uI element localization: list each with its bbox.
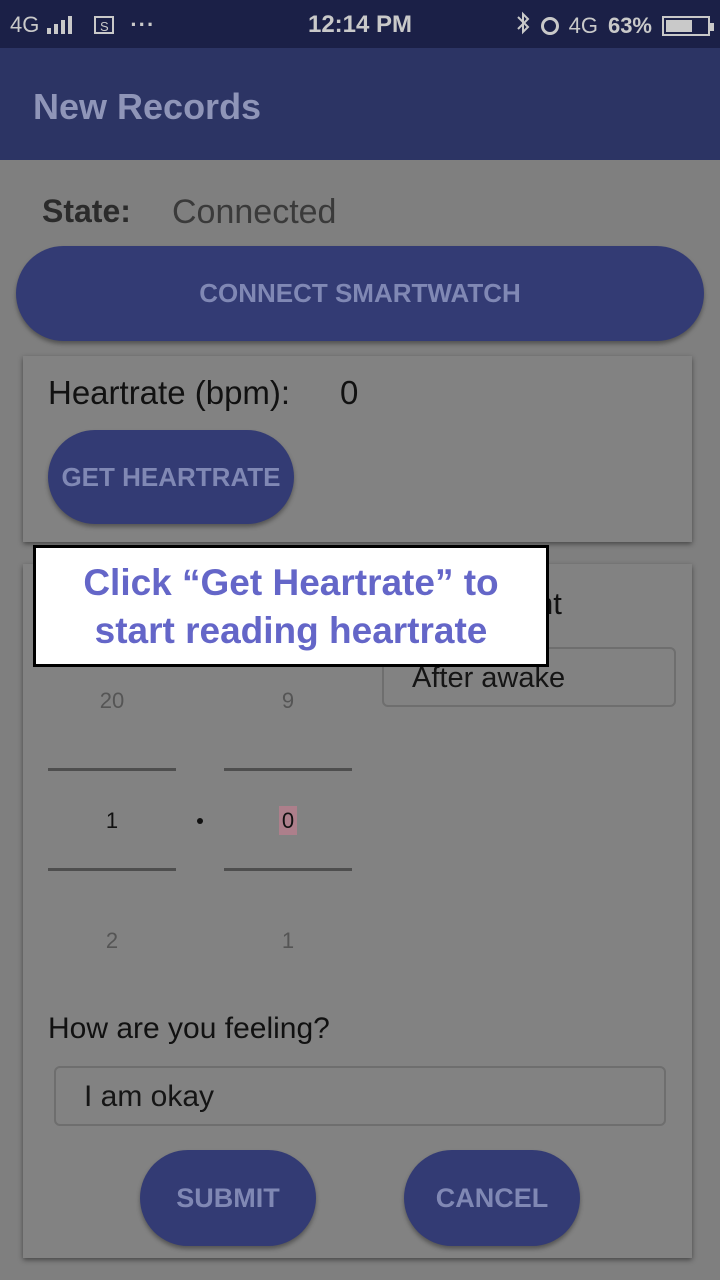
- alarm-icon: [540, 17, 559, 35]
- network-type-right: 4G: [568, 13, 598, 38]
- heartrate-value: 0: [340, 374, 359, 411]
- bluetooth-icon: [515, 11, 531, 41]
- page-title: New Records: [33, 86, 262, 127]
- right-picker-below[interactable]: 1: [258, 928, 318, 954]
- tutorial-callout: Click “Get Heartrate” to start reading h…: [33, 545, 549, 667]
- left-picker-top-line: [48, 768, 176, 771]
- tutorial-line-2: start reading heartrate: [94, 610, 488, 651]
- left-picker-selected[interactable]: 1: [82, 808, 142, 834]
- battery-percent: 63%: [607, 13, 652, 38]
- connect-smartwatch-button[interactable]: CONNECT SMARTWATCH: [16, 246, 704, 341]
- right-picker-selected-value: 0: [278, 806, 298, 835]
- battery-icon: [662, 16, 714, 36]
- decimal-separator: [197, 818, 203, 824]
- get-heartrate-button[interactable]: GET HEARTRATE: [48, 430, 294, 524]
- right-picker-selected[interactable]: 0: [258, 806, 318, 835]
- feeling-label: How are you feeling?: [48, 1012, 330, 1045]
- submit-button[interactable]: SUBMIT: [140, 1150, 316, 1246]
- heartrate-label: Heartrate (bpm):: [48, 374, 291, 411]
- left-picker-below[interactable]: 2: [82, 928, 142, 954]
- state-value: Connected: [172, 193, 337, 231]
- app-bar: New Records: [0, 48, 720, 160]
- right-picker-above[interactable]: 9: [258, 688, 318, 714]
- right-picker-top-line: [224, 768, 352, 771]
- right-picker-bottom-line: [224, 868, 352, 871]
- status-bar: 4G S ··· 12:14 PM 4G 63%: [0, 0, 720, 48]
- cancel-button[interactable]: CANCEL: [404, 1150, 580, 1246]
- left-picker-above[interactable]: 20: [82, 688, 142, 714]
- feeling-input[interactable]: I am okay: [54, 1066, 666, 1126]
- tutorial-line-1: Click “Get Heartrate” to: [83, 562, 499, 603]
- status-right: 4G 63%: [515, 11, 714, 41]
- left-picker-bottom-line: [48, 868, 176, 871]
- state-label: State:: [42, 193, 131, 229]
